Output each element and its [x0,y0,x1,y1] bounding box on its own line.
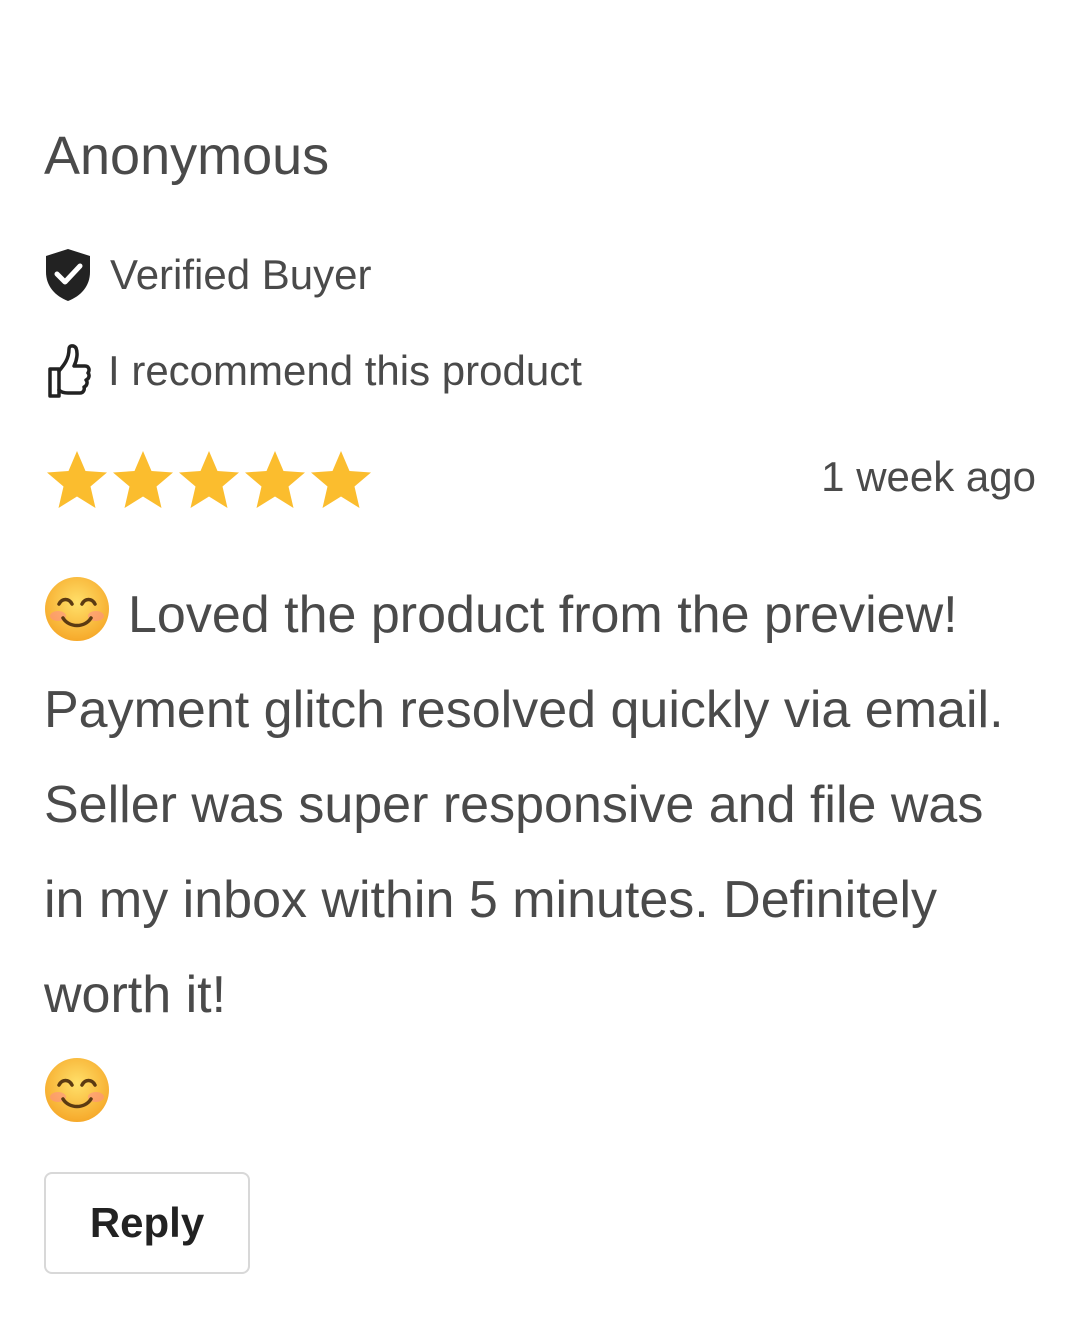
star-rating [44,448,374,514]
verified-buyer-label: Verified Buyer [110,251,372,298]
reply-button[interactable]: Reply [44,1172,250,1274]
reviewer-name: Anonymous [44,126,330,186]
review-timestamp: 1 week ago [821,453,1036,500]
recommend-label: I recommend this product [108,347,582,394]
star-icon [308,448,374,514]
recommend-row: I recommend this product [44,338,582,404]
smiling-face-emoji [44,1057,110,1123]
rating-row: 1 week ago [44,446,1036,516]
star-icon [176,448,242,514]
smiling-face-emoji [44,576,110,642]
thumbs-up-icon [44,344,94,398]
review-body: Loved the product from the preview! Paym… [44,568,1036,1123]
verified-buyer-row: Verified Buyer [44,246,371,304]
shield-check-icon [44,248,94,302]
review-body-text: Loved the product from the preview! Paym… [44,586,1004,1024]
star-icon [242,448,308,514]
star-icon [110,448,176,514]
star-icon [44,448,110,514]
